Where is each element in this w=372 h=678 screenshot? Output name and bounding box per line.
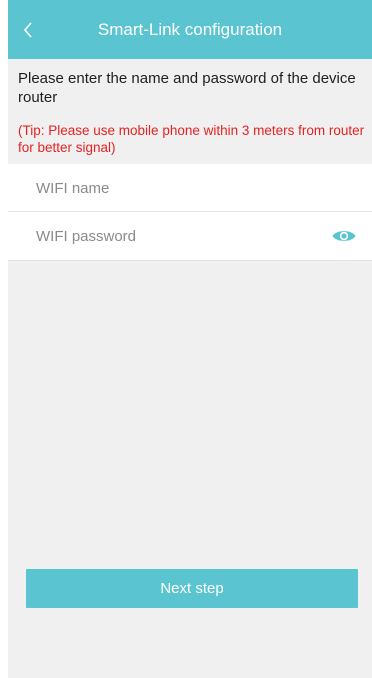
wifi-password-row [8,212,372,260]
page-title: Smart-Link configuration [97,20,283,39]
app-header: Smart-Link configuration [8,0,372,59]
chevron-left-icon [23,22,32,38]
wifi-name-row [8,164,372,212]
back-button[interactable] [12,12,44,48]
intro-section: Please enter the name and password of th… [8,59,372,164]
smart-link-screen: Smart-Link configuration Please enter th… [8,0,372,678]
next-step-button[interactable]: Next step [26,569,358,608]
wifi-password-input[interactable] [36,212,316,260]
instruction-text: Please enter the name and password of th… [18,70,356,106]
wifi-form [8,164,372,261]
eye-icon [332,231,356,241]
password-visibility-toggle[interactable] [330,225,358,247]
tip-text: (Tip: Please use mobile phone within 3 m… [18,123,365,155]
wifi-name-input[interactable] [36,164,316,212]
